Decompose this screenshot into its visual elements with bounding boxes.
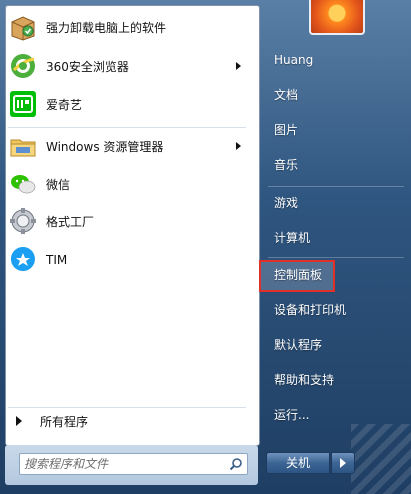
places-divider [268,186,404,187]
link-pictures[interactable]: 图片 [274,118,298,142]
all-programs-label: 所有程序 [40,414,89,429]
program-item-iqiyi[interactable]: 爱奇艺 [6,86,247,122]
search-box[interactable] [19,453,248,475]
user-avatar[interactable] [309,0,365,35]
program-label: 360安全浏览器 [46,59,129,74]
uninstall-box-icon [8,12,38,42]
link-devices-printers[interactable]: 设备和打印机 [274,298,346,322]
wechat-icon [8,169,38,199]
program-label: TIM [46,253,68,267]
chevron-right-icon [340,458,346,468]
search-icon[interactable] [229,457,243,471]
link-games[interactable]: 游戏 [274,191,298,215]
program-item-uninstaller[interactable]: 强力卸载电脑上的软件 [6,9,247,45]
link-music[interactable]: 音乐 [274,153,298,177]
format-factory-icon [8,206,38,236]
search-input[interactable] [24,456,220,472]
program-item-explorer[interactable]: Windows 资源管理器 [6,128,247,164]
decorative-corner [351,424,411,494]
program-label: 爱奇艺 [46,97,83,112]
search-bar [5,445,258,485]
explorer-folder-icon [8,131,38,161]
expand-arrow-icon [16,416,22,426]
all-programs-button[interactable]: 所有程序 [6,408,247,434]
link-default-programs[interactable]: 默认程序 [274,333,322,357]
submenu-arrow-icon[interactable] [236,142,241,150]
program-label: 微信 [46,177,71,192]
link-user-folder[interactable]: Huang [274,48,313,72]
link-documents[interactable]: 文档 [274,83,298,107]
program-item-wechat[interactable]: 微信 [6,166,247,202]
program-item-tim[interactable]: TIM [6,242,247,278]
program-item-360-browser[interactable]: 360安全浏览器 [6,48,247,84]
program-label: 格式工厂 [46,214,95,229]
start-menu: 强力卸载电脑上的软件 360安全浏览器 爱奇艺 Windows 资源管理器 微信… [0,0,411,494]
link-help-support[interactable]: 帮助和支持 [274,368,334,392]
iqiyi-icon [8,89,38,119]
link-run[interactable]: 运行... [274,403,309,427]
tim-icon [8,245,38,275]
shutdown-button[interactable]: 关机 [266,452,330,474]
link-computer[interactable]: 计算机 [274,226,310,250]
shutdown-options-button[interactable] [331,452,355,474]
360-browser-icon [8,51,38,81]
program-item-format-factory[interactable]: 格式工厂 [6,203,247,239]
submenu-arrow-icon[interactable] [236,62,241,70]
link-control-panel[interactable]: 控制面板 [274,263,322,287]
program-label: 强力卸载电脑上的软件 [46,20,167,35]
places-divider [268,257,404,258]
program-label: Windows 资源管理器 [46,139,164,154]
